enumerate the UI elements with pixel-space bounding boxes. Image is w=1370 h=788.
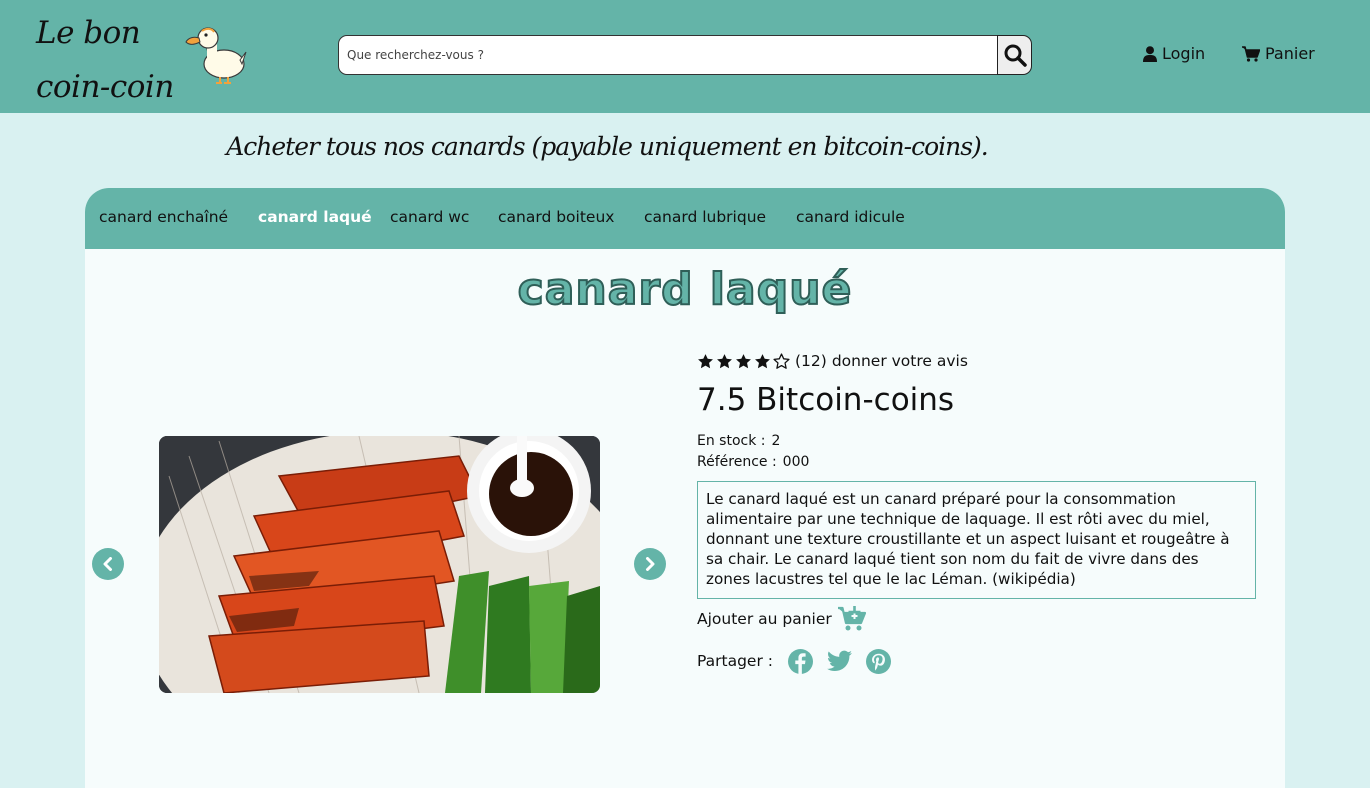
stock-info: En stock : 2 bbox=[697, 433, 780, 449]
review-link[interactable]: donner votre avis bbox=[832, 352, 968, 370]
login-label: Login bbox=[1162, 44, 1206, 63]
stock-label: En stock : bbox=[697, 433, 766, 449]
reference-label: Référence : bbox=[697, 454, 777, 470]
carousel-next-button[interactable] bbox=[634, 548, 666, 580]
cart-label: Panier bbox=[1265, 44, 1315, 63]
add-to-cart-button[interactable]: Ajouter au panier bbox=[697, 606, 866, 632]
star-filled-icon bbox=[736, 353, 751, 368]
twitter-share-button[interactable] bbox=[826, 648, 852, 674]
search-button[interactable] bbox=[997, 35, 1032, 75]
stock-value: 2 bbox=[771, 433, 781, 449]
category-nav: canard enchaîné canard laqué canard wc c… bbox=[85, 188, 1285, 249]
cart-link[interactable]: Panier bbox=[1242, 44, 1315, 63]
category-canard-boiteux[interactable]: canard boiteux bbox=[498, 208, 614, 226]
reference-info: Référence : 000 bbox=[697, 454, 809, 470]
star-empty-icon bbox=[773, 352, 790, 369]
cart-plus-icon bbox=[837, 606, 866, 631]
login-link[interactable]: Login bbox=[1143, 44, 1205, 63]
site-header: Le bon coin-coin Login bbox=[0, 0, 1370, 113]
category-canard-wc[interactable]: canard wc bbox=[390, 208, 469, 226]
facebook-share-button[interactable] bbox=[787, 648, 813, 674]
product-price: 7.5 Bitcoin-coins bbox=[697, 382, 955, 418]
chevron-right-icon bbox=[646, 557, 655, 571]
category-canard-enchaine[interactable]: canard enchaîné bbox=[99, 208, 228, 226]
search-icon bbox=[1004, 44, 1027, 67]
search-bar bbox=[338, 35, 1032, 75]
reference-value: 000 bbox=[782, 454, 810, 470]
pinterest-share-button[interactable] bbox=[865, 648, 891, 674]
carousel-prev-button[interactable] bbox=[92, 548, 124, 580]
star-filled-icon bbox=[698, 353, 713, 368]
logo-line-1: Le bon bbox=[36, 15, 141, 51]
category-canard-laque[interactable]: canard laqué bbox=[258, 208, 372, 226]
category-canard-lubrique[interactable]: canard lubrique bbox=[644, 208, 766, 226]
product-photo bbox=[159, 436, 600, 693]
rating-stars bbox=[697, 352, 790, 370]
category-canard-idicule[interactable]: canard idicule bbox=[796, 208, 905, 226]
star-filled-icon bbox=[717, 353, 732, 368]
product-rating: (12) donner votre avis bbox=[697, 352, 968, 370]
star-filled-icon bbox=[755, 353, 770, 368]
logo-line-2: coin-coin bbox=[36, 69, 174, 105]
review-count: (12) bbox=[795, 352, 827, 370]
cart-icon bbox=[1242, 45, 1260, 62]
search-input[interactable] bbox=[338, 35, 998, 75]
facebook-icon bbox=[787, 648, 813, 674]
share-label: Partager : bbox=[697, 652, 773, 670]
duck-logo-icon bbox=[185, 27, 247, 84]
chevron-left-icon bbox=[103, 557, 112, 571]
site-logo[interactable]: Le bon coin-coin bbox=[36, 6, 174, 114]
product-image bbox=[159, 436, 600, 693]
product-card: canard enchaîné canard laqué canard wc c… bbox=[85, 188, 1285, 788]
twitter-icon bbox=[826, 650, 852, 671]
user-icon bbox=[1143, 45, 1157, 62]
pinterest-icon bbox=[865, 648, 891, 674]
product-description: Le canard laqué est un canard préparé po… bbox=[697, 481, 1256, 599]
product-title: canard laqué bbox=[517, 263, 853, 316]
add-to-cart-label: Ajouter au panier bbox=[697, 610, 832, 628]
site-tagline: Acheter tous nos canards (payable unique… bbox=[226, 132, 989, 161]
share-row: Partager : bbox=[697, 648, 904, 674]
